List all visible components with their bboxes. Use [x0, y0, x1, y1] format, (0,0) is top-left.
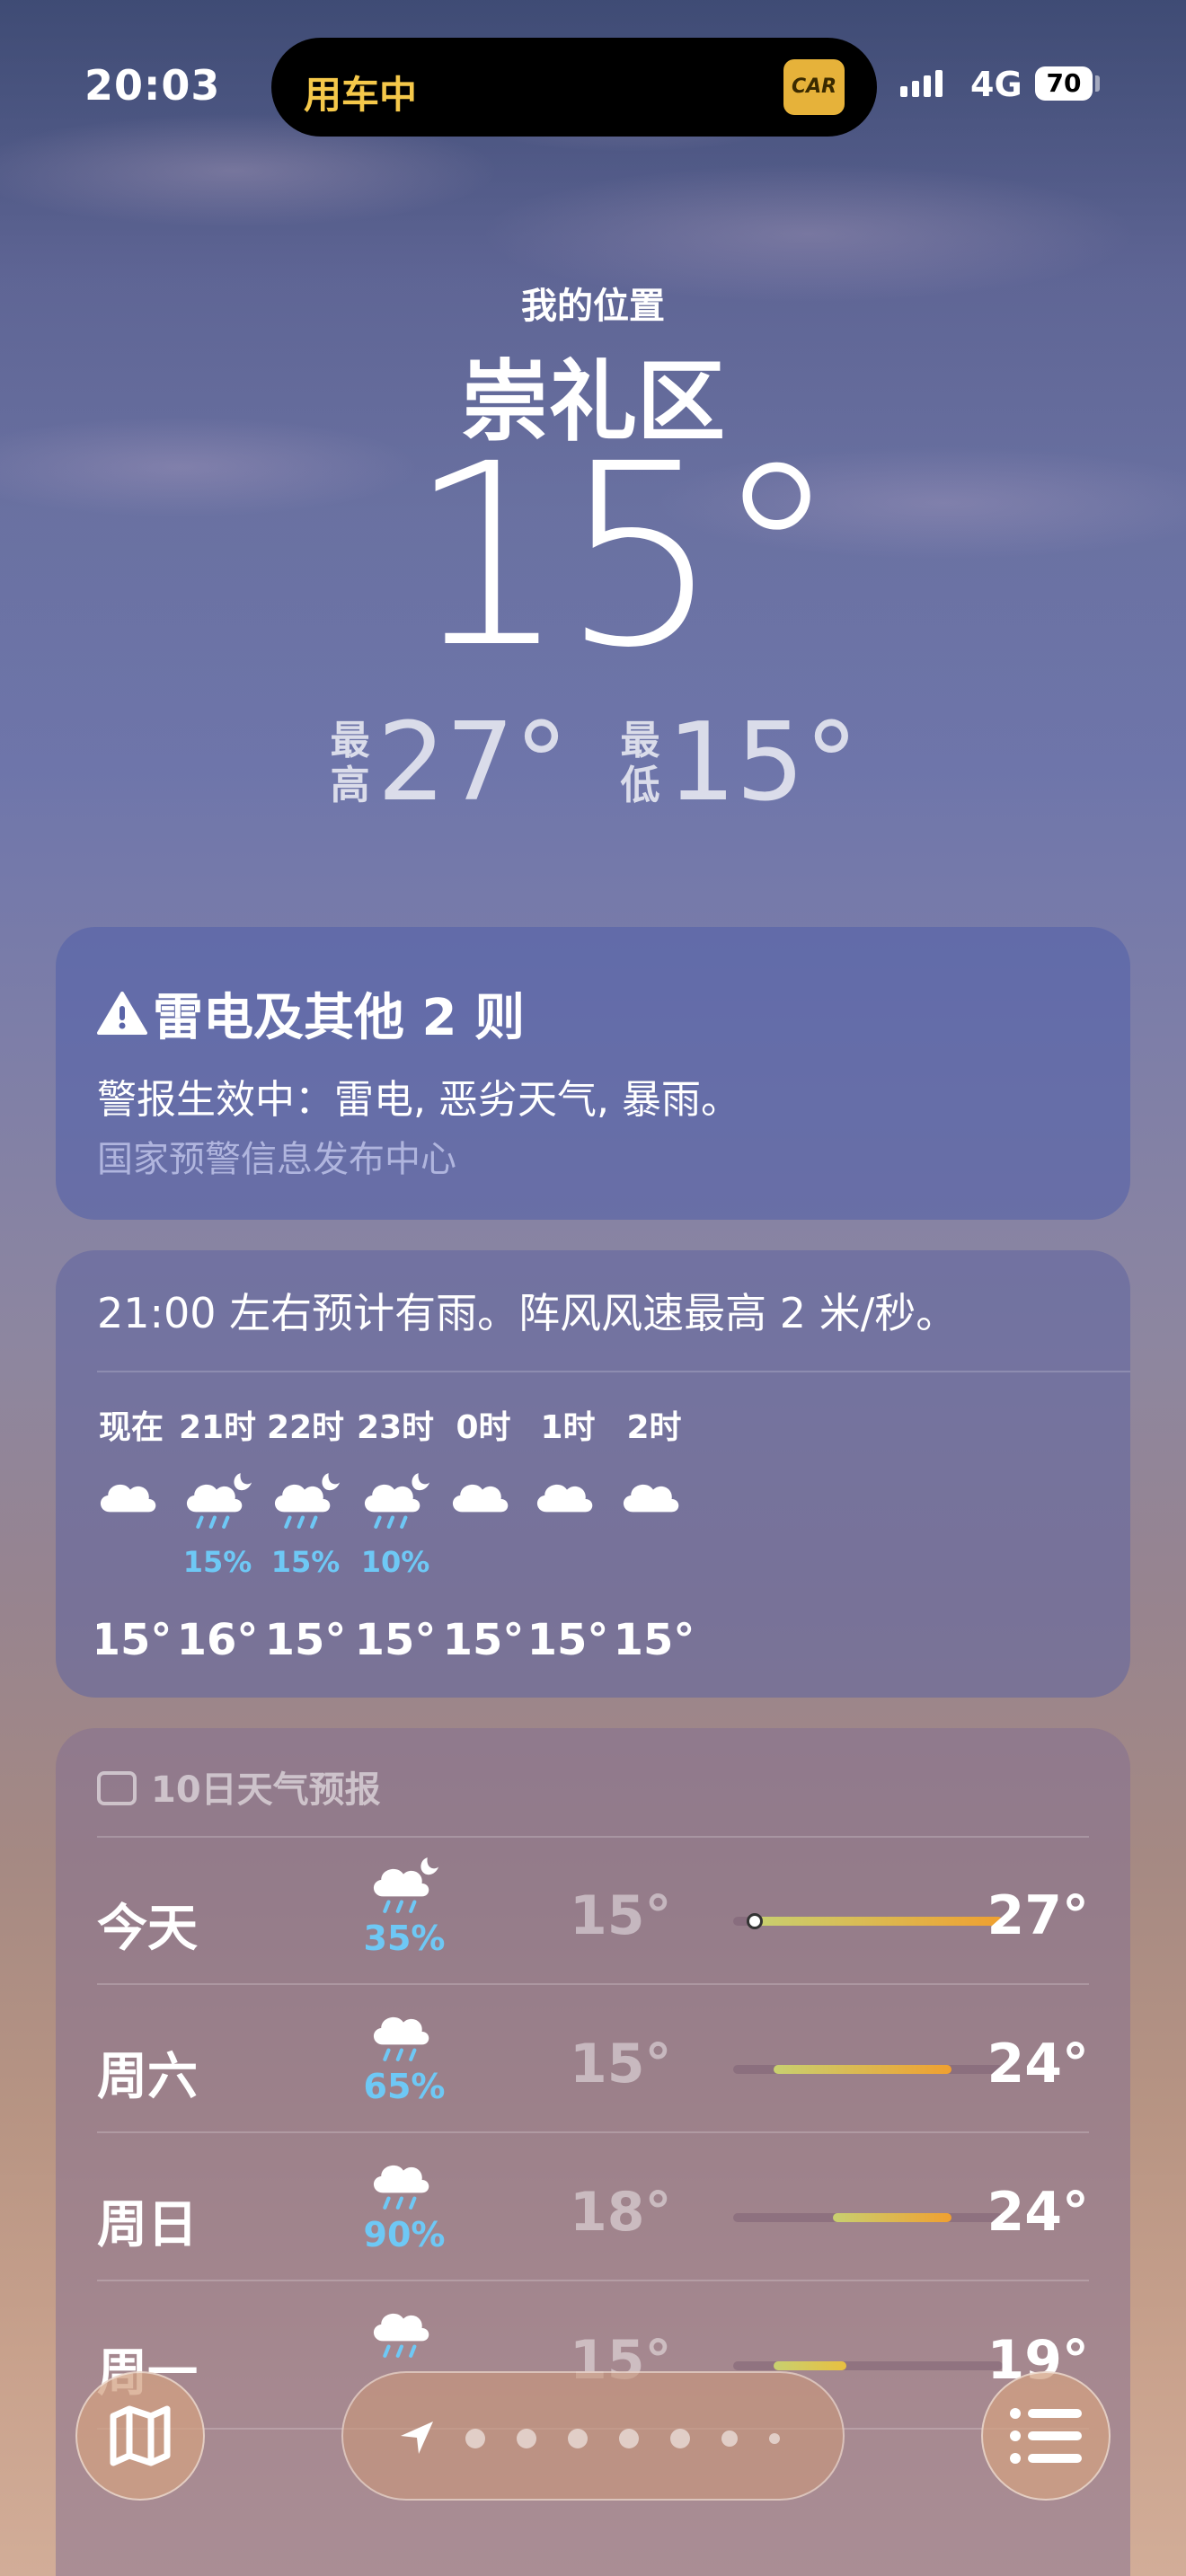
cloud-moon-rain-icon: [364, 1473, 430, 1529]
status-time: 20:03: [84, 61, 221, 110]
temp-range-fill: [755, 1917, 1003, 1926]
cloud-rain-icon: [373, 2016, 429, 2061]
location-arrow-icon: [401, 2422, 433, 2454]
hourly-strip[interactable]: 现在 15° 21时 15% 16° 22时 15% 15° 23时 10% 15° 0时 15° 1时 1…: [97, 1401, 1130, 1680]
dynamic-island[interactable]: 用车中 CAR: [271, 38, 877, 137]
day-icon: 90%: [350, 2150, 458, 2254]
high-low: 最高 27° 最低 15°: [0, 701, 1186, 825]
hour-label: 2时: [626, 1409, 682, 1446]
cloud-rain-icon: [373, 2165, 429, 2210]
hourly-forecast-card[interactable]: 21:00 左右预计有雨。阵风风速最高 2 米/秒。 现在 15° 21时 15% 16…: [56, 1250, 1130, 1698]
low-temp: 15°: [667, 701, 859, 825]
cloud-icon: [452, 1484, 509, 1513]
signal-icon: [900, 70, 947, 97]
temp-range-bar: [733, 2213, 1003, 2222]
daily-row[interactable]: 周日 90% 18° 24°: [97, 2134, 1089, 2281]
day-low: 18°: [570, 2181, 672, 2244]
low-label: 最低: [620, 717, 660, 808]
location-label: 我的位置: [521, 286, 665, 327]
temp-range-bar: [733, 2361, 1003, 2370]
temp-range-bar: [733, 1913, 1003, 1929]
alert-title: 雷电及其他 2 则: [97, 977, 525, 1050]
divider: [97, 1371, 1130, 1372]
divider: [97, 2280, 1089, 2281]
current-temperature: 15°: [407, 410, 839, 703]
high-temp: 27°: [376, 701, 569, 825]
day-high: 24°: [987, 2181, 1090, 2244]
hourly-summary: 21:00 左右预计有雨。阵风风速最高 2 米/秒。: [97, 1289, 958, 1337]
city-list-button[interactable]: [981, 2371, 1111, 2501]
high-label: 最高: [330, 717, 370, 808]
ten-day-heading-text: 10日天气预报: [151, 1769, 381, 1811]
day-name: 今天: [97, 1900, 198, 1958]
map-icon: [110, 2405, 171, 2466]
cloud-moon-rain-icon: [186, 1473, 252, 1529]
day-name: 周六: [97, 2048, 198, 2106]
daily-row[interactable]: 周六 65% 15° 24°: [97, 1986, 1089, 2133]
day-icon: [350, 2298, 458, 2363]
day-icon: 65%: [350, 2002, 458, 2106]
cloud-icon: [536, 1484, 593, 1513]
temp-range-bar: [733, 2065, 1003, 2074]
temp-range-fill: [833, 2213, 951, 2222]
cloud-icon: [100, 1484, 156, 1513]
daily-row[interactable]: 今天 35% 15° 27°: [97, 1838, 1089, 1985]
hour-precip: [600, 1545, 708, 1581]
day-high: 24°: [987, 2033, 1090, 2095]
cloud-icon: [623, 1484, 679, 1513]
current-temp-marker: [747, 1913, 763, 1929]
battery-icon: 70: [1035, 66, 1093, 101]
network-type: 4G: [970, 65, 1022, 104]
page-dots: [465, 2429, 811, 2452]
alert-title-text: 雷电及其他 2 则: [153, 989, 525, 1047]
battery-cap: [1095, 75, 1100, 92]
day-name: 周日: [97, 2196, 198, 2254]
divider: [97, 1983, 1089, 1985]
cloud-rain-icon: [373, 2313, 429, 2358]
day-low: 15°: [570, 1884, 672, 1947]
map-button[interactable]: [75, 2371, 205, 2501]
day-precip: 35%: [363, 1919, 446, 1958]
day-low: 15°: [570, 2033, 672, 2095]
cloud-moon-rain-icon: [274, 1473, 341, 1529]
calendar-icon: [97, 1771, 137, 1805]
hour-icon: [600, 1455, 708, 1545]
day-precip: 65%: [363, 2067, 446, 2106]
day-high: 27°: [987, 1884, 1090, 1947]
alert-body: 警报生效中：雷电, 恶劣天气, 暴雨。: [97, 1077, 740, 1123]
temp-range-fill: [774, 2361, 846, 2370]
list-icon: [1010, 2408, 1082, 2464]
ten-day-heading: 10日天气预报: [97, 1760, 381, 1813]
hour-temp: 15°: [613, 1615, 695, 1665]
island-label: 用车中: [304, 73, 418, 117]
severe-weather-alert-card[interactable]: 雷电及其他 2 则 警报生效中：雷电, 恶劣天气, 暴雨。 国家预警信息发布中心: [56, 927, 1130, 1220]
cloud-moon-rain-icon: [373, 1857, 439, 1913]
location-pager[interactable]: [341, 2371, 845, 2501]
warning-icon: [97, 989, 147, 1047]
divider: [97, 2131, 1089, 2133]
alert-source: 国家预警信息发布中心: [97, 1139, 456, 1180]
day-precip: 90%: [363, 2215, 446, 2254]
car-icon: CAR: [783, 59, 845, 115]
temp-range-fill: [774, 2065, 951, 2074]
hour-item: 2时 15°: [600, 1401, 708, 1665]
day-icon: 35%: [350, 1854, 458, 1958]
